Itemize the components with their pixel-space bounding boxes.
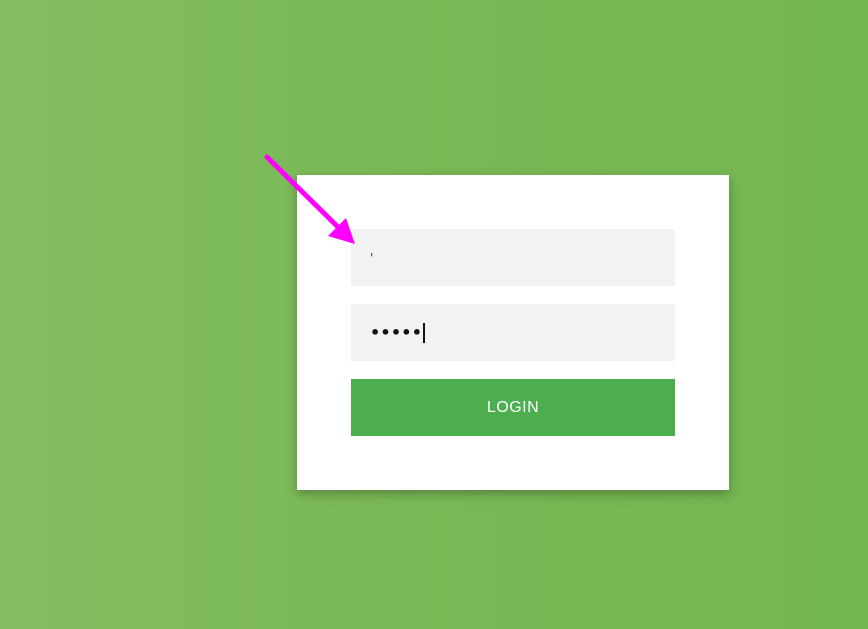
text-cursor <box>423 322 426 343</box>
password-value: ••••• <box>370 322 423 342</box>
login-card: ' ••••• LOGIN <box>297 175 729 490</box>
password-field[interactable]: ••••• <box>351 304 675 361</box>
login-button[interactable]: LOGIN <box>351 379 675 436</box>
username-field[interactable]: ' <box>351 229 675 286</box>
username-value: ' <box>370 250 374 265</box>
